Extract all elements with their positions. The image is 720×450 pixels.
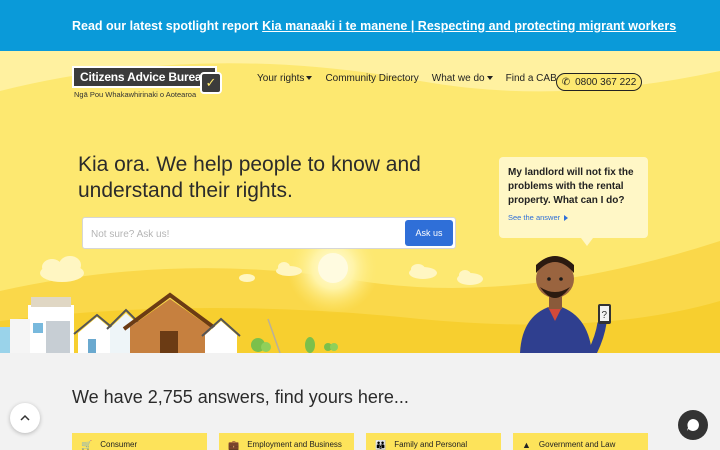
nav-your-rights-label: Your rights (257, 73, 305, 84)
logo-subtitle: Ngā Pou Whakawhirinaki o Aotearoa (74, 90, 197, 99)
nav-community-directory[interactable]: Community Directory (325, 73, 418, 84)
search-box: Ask us (82, 217, 456, 249)
category-employment[interactable]: 💼 Employment and Business (219, 433, 354, 450)
category-list: 🛒 Consumer 💼 Employment and Business 👪 F… (72, 433, 660, 450)
answers-heading: We have 2,755 answers, find yours here..… (72, 387, 409, 407)
see-answer-label: See the answer (508, 213, 561, 222)
ask-us-button[interactable]: Ask us (405, 220, 453, 246)
nav-find-a-cab-label: Find a CAB (505, 73, 557, 84)
sun-core (318, 253, 348, 283)
chevron-down-icon (306, 76, 313, 81)
announcement-bar: Read our latest spotlight report Kia man… (0, 0, 720, 51)
category-government[interactable]: ▲ Government and Law (513, 433, 648, 450)
phone-button[interactable]: ✆ 0800 367 222 (556, 73, 642, 91)
category-label: Family and Personal (394, 440, 468, 449)
nav-community-directory-label: Community Directory (325, 73, 419, 84)
nav-what-we-do[interactable]: What we do (432, 73, 493, 84)
bird-logo-icon: ✓ (200, 72, 222, 94)
chevron-down-icon (486, 76, 493, 81)
logo-wordmark: Citizens Advice Bureau (72, 66, 217, 88)
category-label: Government and Law (538, 440, 616, 449)
chat-button[interactable] (678, 410, 708, 440)
svg-text:?: ? (602, 310, 608, 321)
nav-what-we-do-label: What we do (431, 73, 485, 84)
nav-your-rights[interactable]: Your rights (257, 73, 313, 84)
category-label: Employment and Business (247, 440, 342, 449)
phone-number: 0800 367 222 (575, 76, 637, 88)
chevron-up-icon (20, 414, 30, 421)
briefcase-icon: 💼 (228, 440, 240, 450)
category-consumer[interactable]: 🛒 Consumer (72, 433, 207, 450)
announcement-prefix: Read our latest spotlight report (72, 18, 259, 33)
cab-logo[interactable]: Citizens Advice Bureau ✓ Ngā Pou Whakawh… (72, 66, 224, 100)
bubble-question: My landlord will not fix the problems wi… (508, 167, 634, 206)
government-icon: ▲ (522, 440, 531, 450)
cart-icon: 🛒 (81, 440, 93, 450)
category-label: Consumer (100, 440, 138, 449)
see-answer-link[interactable]: See the answer (508, 213, 639, 222)
category-family[interactable]: 👪 Family and Personal (366, 433, 501, 450)
arrow-right-icon (564, 215, 569, 222)
scroll-to-top-button[interactable] (10, 403, 40, 433)
main-nav: Your rights Community Directory What we … (257, 73, 578, 84)
hero-headline: Kia ora. We help people to know and unde… (78, 153, 421, 202)
family-icon: 👪 (375, 440, 387, 450)
announcement-link[interactable]: Kia manaaki i te manene | Respecting and… (262, 19, 676, 33)
chat-bubble-icon (687, 419, 699, 431)
search-input[interactable] (91, 224, 391, 244)
question-bubble: My landlord will not fix the problems wi… (499, 157, 648, 246)
phone-icon: ✆ (561, 76, 571, 88)
